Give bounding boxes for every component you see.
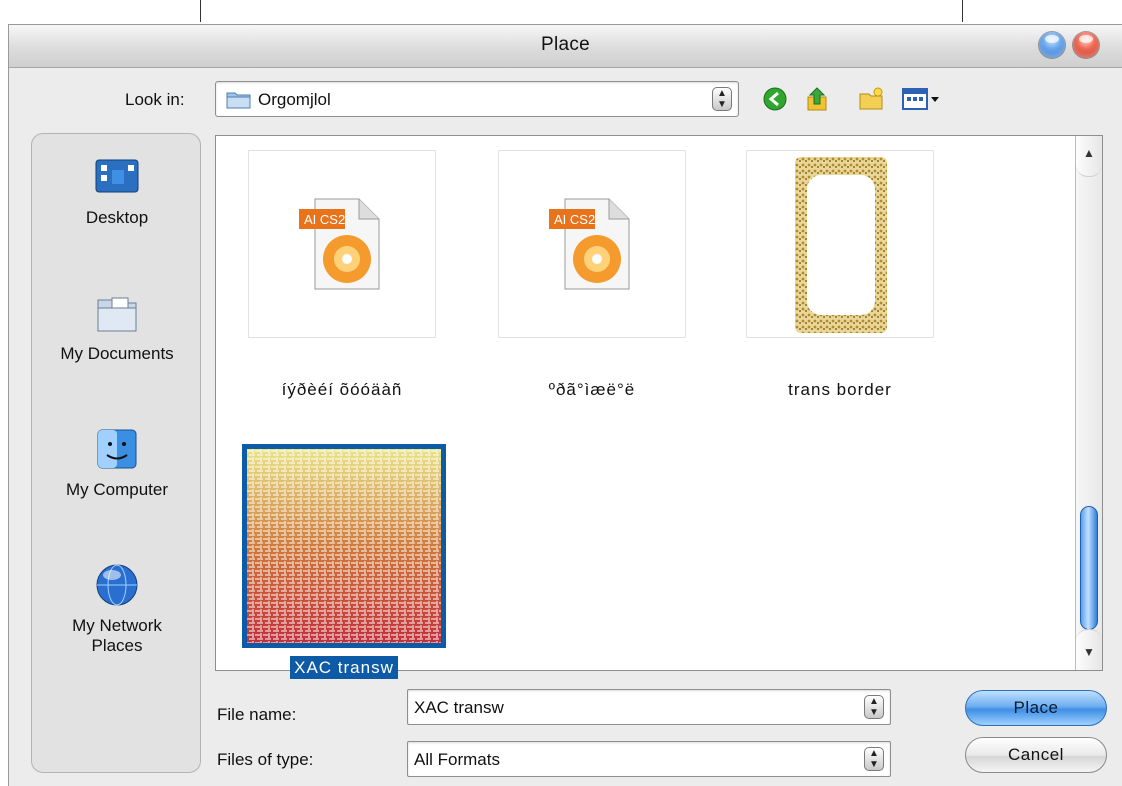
lookin-value: Orgomjlol <box>258 90 331 109</box>
place-label: Places <box>91 636 143 655</box>
documents-folder-icon <box>97 297 137 332</box>
window-title: Place <box>540 34 591 55</box>
file-thumbnail[interactable]: AI CS2 <box>248 150 436 338</box>
close-button[interactable] <box>1073 32 1099 58</box>
filetype-stepper[interactable]: ▲ ▼ <box>864 747 884 771</box>
place-my-network-places[interactable]: My Network Places <box>32 560 202 656</box>
cancel-button[interactable]: Cancel <box>965 737 1107 773</box>
filename-input[interactable]: XAC transw ▲ ▼ <box>407 689 891 725</box>
file-thumbnail[interactable]: AI CS2 <box>498 150 686 338</box>
network-globe-icon <box>96 564 138 606</box>
minimize-button[interactable] <box>1039 32 1065 58</box>
file-name[interactable]: íýðèéí õóóäàñ <box>228 380 456 400</box>
desktop-icon <box>95 159 139 193</box>
scroll-down-arrow-icon[interactable]: ▼ <box>1076 629 1102 670</box>
place-desktop[interactable]: Desktop <box>32 152 202 228</box>
place-label: Desktop <box>85 208 149 227</box>
vertical-scrollbar[interactable]: ▲ ▼ <box>1075 136 1102 670</box>
place-button[interactable]: Place <box>965 690 1107 726</box>
ai-cs2-file-icon: AI CS2 <box>549 198 630 290</box>
background-line <box>200 0 201 22</box>
new-folder-icon[interactable] <box>857 85 885 113</box>
svg-text:AI CS2: AI CS2 <box>304 212 345 227</box>
filetype-dropdown[interactable]: All Formats ▲ ▼ <box>407 741 891 777</box>
svg-text:AI CS2: AI CS2 <box>554 212 595 227</box>
scroll-thumb[interactable] <box>1080 506 1098 630</box>
up-folder-icon[interactable] <box>803 85 831 113</box>
scroll-up-arrow-icon[interactable]: ▲ <box>1076 136 1102 177</box>
gold-border-image <box>795 157 887 333</box>
ai-cs2-file-icon: AI CS2 <box>299 198 380 290</box>
file-list[interactable]: AI CS2 íýðèéí õóóäàñ AI CS2 ºðã°ìæë°ë tr… <box>215 135 1103 679</box>
place-my-computer[interactable]: My Computer <box>32 424 202 500</box>
places-bar: Desktop My Documents My Computer My Netw… <box>31 133 201 773</box>
place-label: My Documents <box>60 344 174 363</box>
filetype-label: Files of type: <box>217 750 314 769</box>
view-menu-icon[interactable] <box>901 85 941 113</box>
filename-stepper[interactable]: ▲ ▼ <box>864 695 884 719</box>
place-label: My Computer <box>65 480 169 499</box>
title-bar[interactable]: Place <box>9 25 1122 68</box>
computer-icon <box>97 429 137 469</box>
gradient-pattern-image <box>247 449 441 643</box>
lookin-stepper[interactable]: ▲ ▼ <box>712 87 732 111</box>
file-name-selected[interactable]: XAC transw <box>242 656 446 679</box>
folder-icon <box>226 92 251 109</box>
filename-value: XAC transw <box>414 698 504 717</box>
place-label: My Network <box>72 616 162 635</box>
file-thumbnail-selected[interactable] <box>242 444 446 648</box>
lookin-dropdown[interactable]: Orgomjlol ▲ ▼ <box>215 81 739 117</box>
file-name[interactable]: trans border <box>726 380 954 400</box>
file-thumbnail[interactable] <box>746 150 934 338</box>
background-line <box>962 0 963 22</box>
place-dialog: Place Look in: Orgomjlol ▲ ▼ Desktop My … <box>8 24 1122 786</box>
place-my-documents[interactable]: My Documents <box>32 288 202 364</box>
back-icon[interactable] <box>761 85 789 113</box>
filetype-value: All Formats <box>414 750 500 769</box>
file-name[interactable]: ºðã°ìæë°ë <box>478 380 706 400</box>
filename-label: File name: <box>217 705 297 724</box>
lookin-label: Look in: <box>125 90 185 109</box>
